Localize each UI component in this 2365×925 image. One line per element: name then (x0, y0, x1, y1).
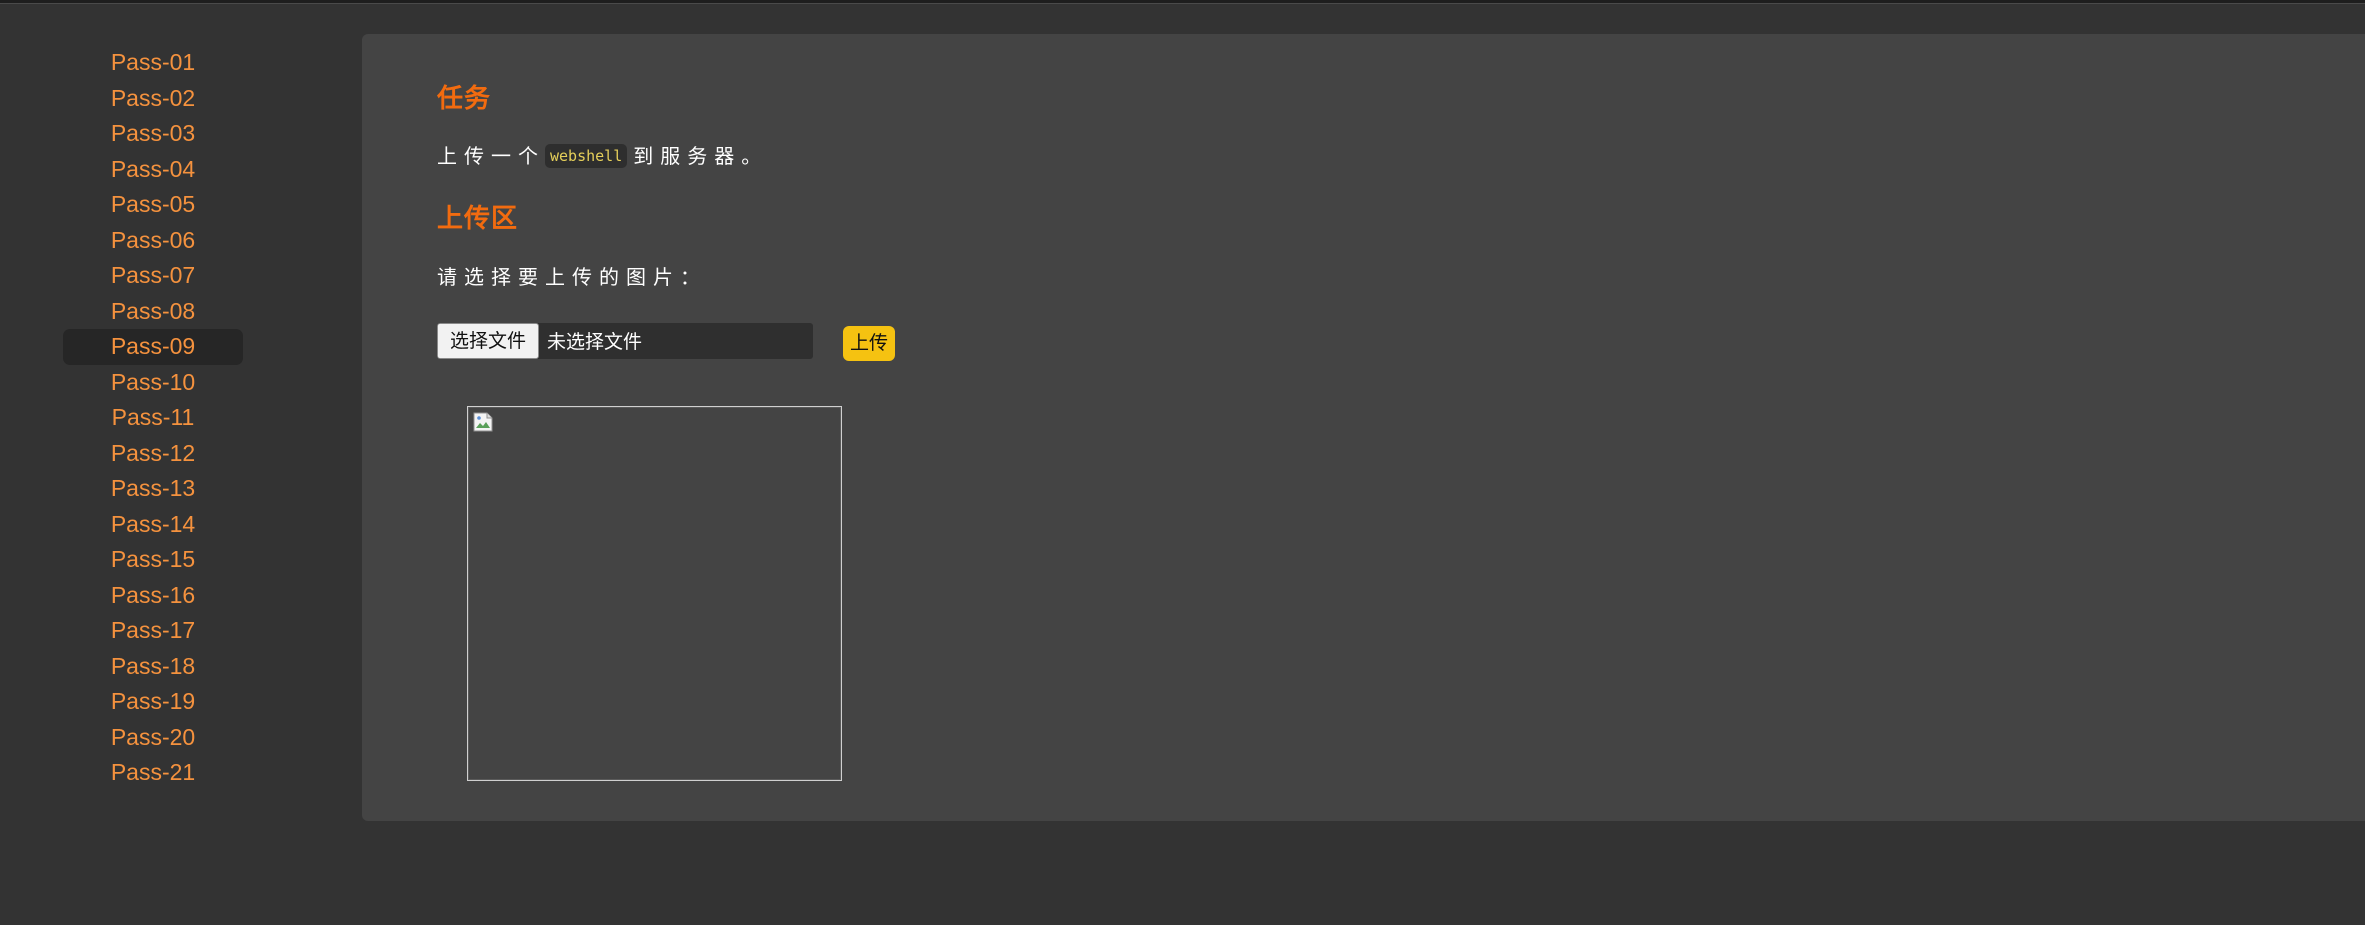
sidebar-item-pass-14[interactable]: Pass-14 (63, 507, 243, 543)
image-preview (467, 406, 842, 781)
webshell-code: webshell (545, 144, 628, 168)
sidebar-item-pass-08[interactable]: Pass-08 (63, 294, 243, 330)
sidebar-item-pass-12[interactable]: Pass-12 (63, 436, 243, 472)
task-heading: 任务 (437, 84, 492, 114)
sidebar-item-pass-09[interactable]: Pass-09 (63, 329, 243, 365)
sidebar-item-pass-05[interactable]: Pass-05 (63, 187, 243, 223)
sidebar-item-pass-15[interactable]: Pass-15 (63, 542, 243, 578)
task-text-after: 到服务器。 (633, 144, 769, 168)
task-text-before: 上传一个 (437, 144, 545, 168)
sidebar-item-pass-13[interactable]: Pass-13 (63, 471, 243, 507)
sidebar-item-pass-07[interactable]: Pass-07 (63, 258, 243, 294)
sidebar-item-pass-18[interactable]: Pass-18 (63, 649, 243, 685)
file-input[interactable]: 选择文件 未选择文件 (437, 323, 813, 359)
sidebar-item-pass-21[interactable]: Pass-21 (63, 755, 243, 791)
upload-prompt: 请选择要上传的图片： (437, 265, 707, 289)
sidebar-item-pass-03[interactable]: Pass-03 (63, 116, 243, 152)
sidebar-item-pass-11[interactable]: Pass-11 (63, 400, 243, 436)
sidebar-item-pass-17[interactable]: Pass-17 (63, 613, 243, 649)
broken-image-icon (473, 412, 493, 432)
file-status-text: 未选择文件 (547, 331, 643, 353)
task-description: 上传一个 webshell 到服务器。 (437, 140, 768, 169)
top-border (0, 0, 2365, 4)
sidebar-item-pass-06[interactable]: Pass-06 (63, 223, 243, 259)
sidebar-item-pass-20[interactable]: Pass-20 (63, 720, 243, 756)
sidebar-item-pass-16[interactable]: Pass-16 (63, 578, 243, 614)
sidebar-item-pass-10[interactable]: Pass-10 (63, 365, 243, 401)
upload-heading: 上传区 (437, 204, 519, 234)
choose-file-button[interactable]: 选择文件 (437, 323, 539, 359)
sidebar-item-pass-04[interactable]: Pass-04 (63, 152, 243, 188)
sidebar-item-pass-19[interactable]: Pass-19 (63, 684, 243, 720)
sidebar-item-pass-02[interactable]: Pass-02 (63, 81, 243, 117)
main-panel: 任务 上传一个 webshell 到服务器。 上传区 请选择要上传的图片： 选择文件… (362, 34, 2365, 821)
upload-button[interactable]: 上传 (843, 326, 895, 361)
sidebar-item-pass-01[interactable]: Pass-01 (63, 45, 243, 81)
sidebar-nav: Pass-01 Pass-02 Pass-03 Pass-04 Pass-05 … (63, 45, 243, 791)
